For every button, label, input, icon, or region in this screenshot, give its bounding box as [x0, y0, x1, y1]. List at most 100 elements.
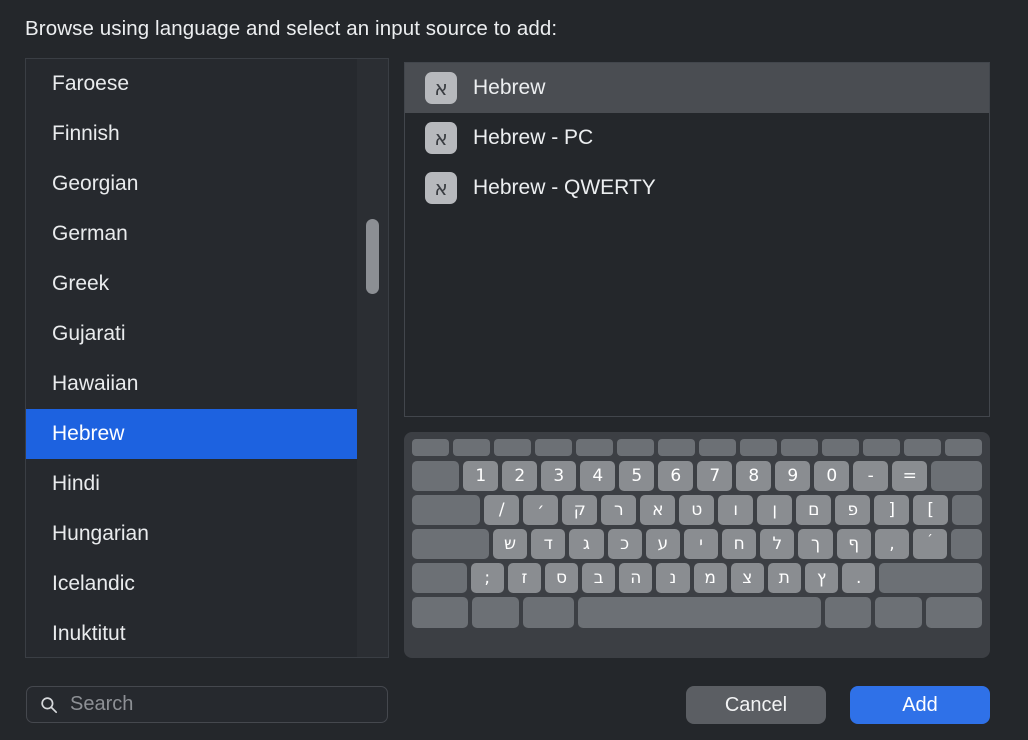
keyboard-key: ד	[531, 529, 566, 559]
keyboard-key-blank	[522, 597, 574, 628]
keyboard-key: ס	[544, 563, 579, 593]
keyboard-key-blank	[412, 597, 468, 628]
keyboard-key-blank	[951, 529, 982, 559]
keyboard-key-blank	[952, 495, 982, 525]
page-title: Browse using language and select an inpu…	[25, 17, 558, 40]
keyboard-key-blank	[879, 563, 982, 593]
keyboard-row: ; ז ס ב ה נ מ צ ת ץ.	[412, 563, 982, 593]
add-input-source-dialog: Browse using language and select an inpu…	[0, 0, 1028, 740]
keyboard-key: =	[892, 461, 928, 491]
input-source-list-panel: א Hebrew א Hebrew - PC א Hebrew - QWERTY	[404, 62, 990, 417]
language-list-item[interactable]: Inuktitut	[26, 609, 359, 657]
keyboard-key: 9	[775, 461, 811, 491]
input-source-item[interactable]: א Hebrew - PC	[405, 113, 989, 163]
keyboard-key-blank	[453, 439, 490, 456]
keyboard-row: / ׳ ק ר א ט ו ן ם פ][	[412, 495, 982, 525]
language-list[interactable]: Faroese Finnish Georgian German Greek Gujarat…	[26, 59, 359, 657]
input-source-label: Hebrew	[473, 76, 546, 99]
keyboard-key: ץ	[804, 563, 839, 593]
keyboard-key-blank	[945, 439, 982, 456]
add-button[interactable]: Add	[850, 686, 990, 724]
keyboard-key-blank	[699, 439, 736, 456]
keyboard-key: ם	[796, 495, 832, 525]
keyboard-key: ב	[582, 563, 616, 593]
aleph-badge-icon: א	[425, 122, 457, 154]
keyboard-key: ק	[562, 495, 598, 525]
language-list-item[interactable]: Greek	[26, 259, 359, 309]
keyboard-key: כ	[607, 529, 642, 559]
language-list-item[interactable]: Faroese	[26, 59, 359, 109]
language-list-panel: Faroese Finnish Georgian German Greek Gujarat…	[25, 58, 389, 658]
keyboard-row: ש ד ג כ ע י ח ל ך ף, ׳	[412, 529, 982, 559]
language-list-item[interactable]: German	[26, 209, 359, 259]
keyboard-key: 5	[619, 461, 655, 491]
aleph-badge-icon: א	[425, 172, 457, 204]
keyboard-key-blank	[494, 439, 531, 456]
language-list-scrollbar[interactable]	[357, 59, 388, 657]
search-field[interactable]: Search	[26, 686, 388, 723]
keyboard-key: ז	[507, 563, 541, 593]
input-source-label: Hebrew - QWERTY	[473, 176, 656, 199]
language-list-item[interactable]: Gujarati	[26, 309, 359, 359]
keyboard-key-blank	[740, 439, 777, 456]
keyboard-key: ל	[760, 529, 795, 559]
language-list-item[interactable]: Georgian	[26, 159, 359, 209]
input-source-list[interactable]: א Hebrew א Hebrew - PC א Hebrew - QWERTY	[405, 63, 989, 213]
scrollbar-thumb[interactable]	[366, 219, 379, 294]
language-list-item[interactable]: Hindi	[26, 459, 359, 509]
keyboard-key: ע	[645, 529, 680, 559]
keyboard-key-blank	[412, 461, 460, 491]
keyboard-key: 6	[658, 461, 694, 491]
keyboard-key: 3	[541, 461, 577, 491]
keyboard-key: /	[484, 495, 520, 525]
keyboard-layout-preview: 1 2 3 4 5 6 7 8 9 0- = / ׳ ק ר א ט ו ן ם פ][ ש ד ג כ ע י ח ל ך ף, ׳ ; ז ס ב…	[404, 432, 990, 658]
keyboard-key-blank	[412, 563, 467, 593]
keyboard-row: 1 2 3 4 5 6 7 8 9 0- =	[412, 461, 982, 491]
keyboard-row	[412, 439, 982, 456]
language-list-item[interactable]: Hebrew	[26, 409, 359, 459]
keyboard-key: ]	[874, 495, 910, 525]
keyboard-key-blank	[617, 439, 654, 456]
keyboard-key-blank	[412, 495, 481, 525]
keyboard-key-blank	[822, 439, 859, 456]
keyboard-key: 4	[580, 461, 616, 491]
input-source-item[interactable]: א Hebrew	[405, 63, 989, 113]
keyboard-key-blank	[535, 439, 572, 456]
language-list-item[interactable]: Hawaiian	[26, 359, 359, 409]
keyboard-key: 2	[502, 461, 538, 491]
aleph-badge-icon: א	[425, 72, 457, 104]
keyboard-key-blank	[931, 461, 982, 491]
keyboard-key: .	[842, 563, 876, 593]
keyboard-key: ,	[874, 529, 909, 559]
keyboard-key: 7	[697, 461, 733, 491]
keyboard-key: ך	[798, 529, 833, 559]
keyboard-key-blank	[658, 439, 695, 456]
keyboard-key: 8	[736, 461, 772, 491]
keyboard-key-blank	[578, 597, 821, 628]
keyboard-row	[412, 597, 983, 628]
keyboard-key: ט	[679, 495, 715, 525]
cancel-button[interactable]: Cancel	[686, 686, 826, 724]
keyboard-key: ת	[767, 563, 801, 593]
keyboard-key-blank	[781, 439, 818, 456]
keyboard-key-blank	[472, 597, 519, 628]
keyboard-key: פ	[835, 495, 871, 525]
input-source-label: Hebrew - PC	[473, 126, 594, 149]
keyboard-key-blank	[863, 439, 900, 456]
language-list-item[interactable]: Icelandic	[26, 559, 359, 609]
keyboard-key: ה	[619, 563, 653, 593]
keyboard-key: [	[913, 495, 949, 525]
keyboard-key: ו	[718, 495, 754, 525]
keyboard-key-blank	[875, 597, 923, 628]
keyboard-key: א	[640, 495, 676, 525]
keyboard-key: ח	[722, 529, 757, 559]
keyboard-key: -	[853, 461, 889, 491]
keyboard-key: ר	[601, 495, 637, 525]
keyboard-key-blank	[412, 529, 489, 559]
keyboard-key: ן	[757, 495, 793, 525]
keyboard-key-blank	[926, 597, 983, 628]
input-source-item[interactable]: א Hebrew - QWERTY	[405, 163, 989, 213]
language-list-item[interactable]: Finnish	[26, 109, 359, 159]
search-input-placeholder[interactable]: Search	[70, 693, 133, 716]
language-list-item[interactable]: Hungarian	[26, 509, 359, 559]
